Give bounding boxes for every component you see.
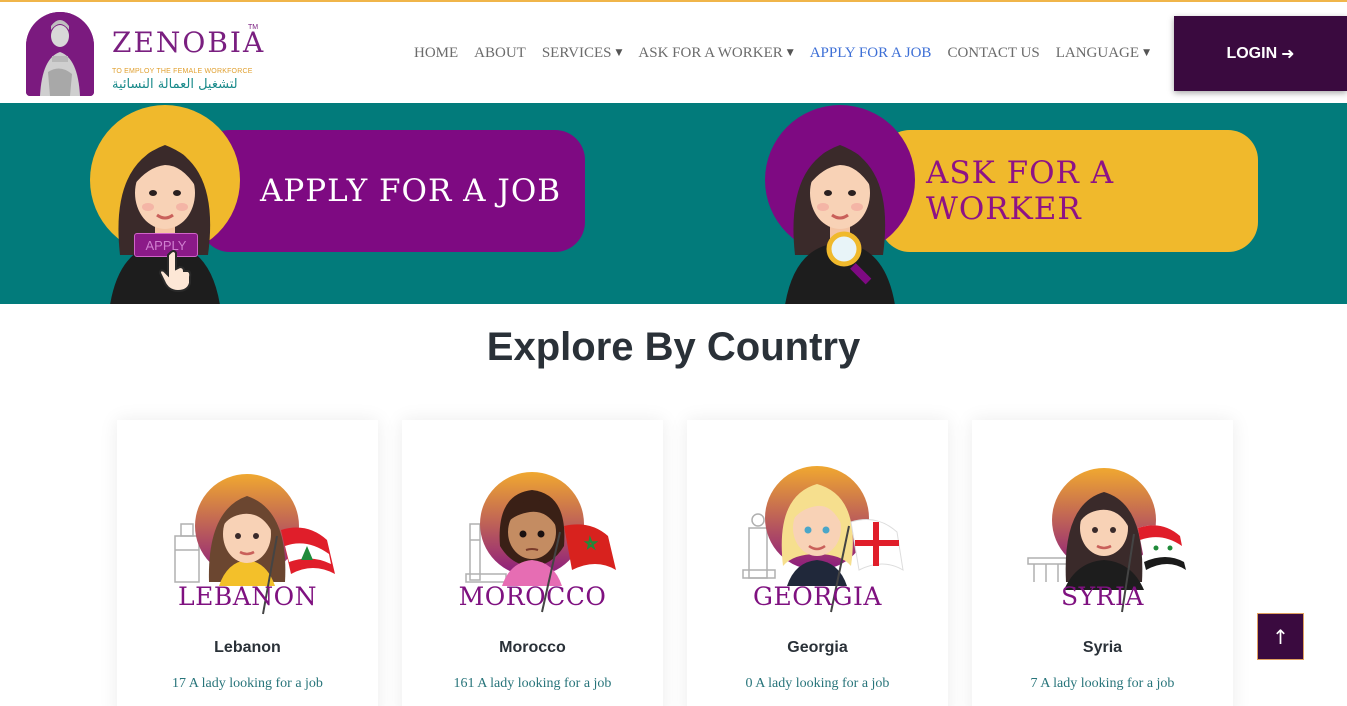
nav-apply-for-job-label: APPLY FOR A JOB bbox=[809, 44, 932, 61]
country-card-syria[interactable]: SYRIA Syria 7 A lady looking for a job bbox=[972, 420, 1233, 706]
nav-services-label: SERVICES bbox=[541, 44, 612, 61]
brand-logo[interactable]: ZENOBIA TM TO EMPLOY THE FEMALE WORKFORC… bbox=[26, 12, 266, 98]
nav-apply-for-job[interactable]: APPLY FOR A JOB bbox=[810, 45, 932, 62]
brand-tagline-arabic: لتشغيل العمالة النسائية bbox=[112, 77, 238, 92]
country-word-art: MOROCCO bbox=[458, 582, 607, 611]
login-label: LOGIN bbox=[1226, 44, 1278, 62]
arrow-right-icon: ➜ bbox=[1281, 44, 1295, 63]
site-header: ZENOBIA TM TO EMPLOY THE FEMALE WORKFORC… bbox=[0, 2, 1347, 103]
nav-contact-us[interactable]: CONTACT US bbox=[947, 45, 1039, 62]
hand-pointer-icon bbox=[158, 250, 192, 293]
nav-about[interactable]: ABOUT bbox=[474, 45, 526, 62]
nav-contact-us-label: CONTACT US bbox=[947, 44, 1040, 61]
nav-language[interactable]: LANGUAGE ▼ bbox=[1056, 45, 1150, 62]
country-name: Lebanon bbox=[214, 639, 281, 656]
country-card-lebanon[interactable]: LEBANON Lebanon 17 A lady looking for a … bbox=[117, 420, 378, 706]
job-seeker-count: 7 A lady looking for a job bbox=[1030, 676, 1175, 691]
chevron-down-icon: ▼ bbox=[786, 48, 794, 58]
hero-banner: APPLY FOR A JOB APPLY ASK FOR A WORKER bbox=[0, 103, 1347, 304]
nav-about-label: ABOUT bbox=[474, 44, 526, 61]
apply-for-job-banner[interactable]: APPLY FOR A JOB bbox=[200, 130, 585, 252]
trademark-mark: TM bbox=[248, 24, 259, 31]
job-seeker-count: 0 A lady looking for a job bbox=[745, 676, 890, 691]
ask-for-worker-banner[interactable]: ASK FOR A WORKER bbox=[880, 130, 1258, 252]
nav-language-label: LANGUAGE bbox=[1055, 44, 1140, 61]
country-word-art: GEORGIA bbox=[753, 582, 882, 611]
brand-name: ZENOBIA bbox=[112, 26, 266, 59]
nav-home[interactable]: HOME bbox=[414, 45, 458, 62]
country-word-art: LEBANON bbox=[177, 582, 318, 611]
explore-section-title: Explore By Country bbox=[486, 325, 861, 369]
ask-for-worker-banner-label: ASK FOR A WORKER bbox=[926, 155, 1115, 227]
login-button[interactable]: LOGIN ➜ bbox=[1174, 16, 1347, 91]
nav-ask-for-worker-label: ASK FOR A WORKER bbox=[638, 44, 783, 61]
main-nav: HOME ABOUT SERVICES ▼ ASK FOR A WORKER ▼ A… bbox=[414, 42, 1166, 64]
apply-for-job-banner-label: APPLY FOR A JOB bbox=[260, 173, 562, 209]
queen-statue-icon bbox=[26, 12, 94, 96]
nav-services[interactable]: SERVICES ▼ bbox=[542, 45, 623, 62]
country-word-art: SYRIA bbox=[1061, 582, 1144, 611]
nav-ask-for-worker[interactable]: ASK FOR A WORKER ▼ bbox=[638, 45, 793, 62]
job-seeker-count: 161 A lady looking for a job bbox=[453, 676, 612, 691]
chevron-down-icon: ▼ bbox=[615, 48, 623, 58]
brand-tagline: TO EMPLOY THE FEMALE WORKFORCE bbox=[112, 68, 253, 75]
country-name: Morocco bbox=[499, 639, 566, 656]
magnifier-icon bbox=[826, 231, 872, 285]
country-name: Syria bbox=[1082, 639, 1123, 656]
country-card-georgia[interactable]: GEORGIA Georgia 0 A lady looking for a j… bbox=[687, 420, 948, 706]
chevron-down-icon: ▼ bbox=[1143, 48, 1150, 58]
scroll-to-top-button[interactable]: ↑ bbox=[1257, 613, 1304, 660]
country-card-morocco[interactable]: MOROCCO Morocco 161 A lady looking for a… bbox=[402, 420, 663, 706]
nav-home-label: HOME bbox=[414, 44, 459, 61]
arrow-up-icon: ↑ bbox=[1272, 624, 1289, 649]
job-seeker-count: 17 A lady looking for a job bbox=[172, 676, 323, 691]
country-name: Georgia bbox=[787, 639, 848, 656]
